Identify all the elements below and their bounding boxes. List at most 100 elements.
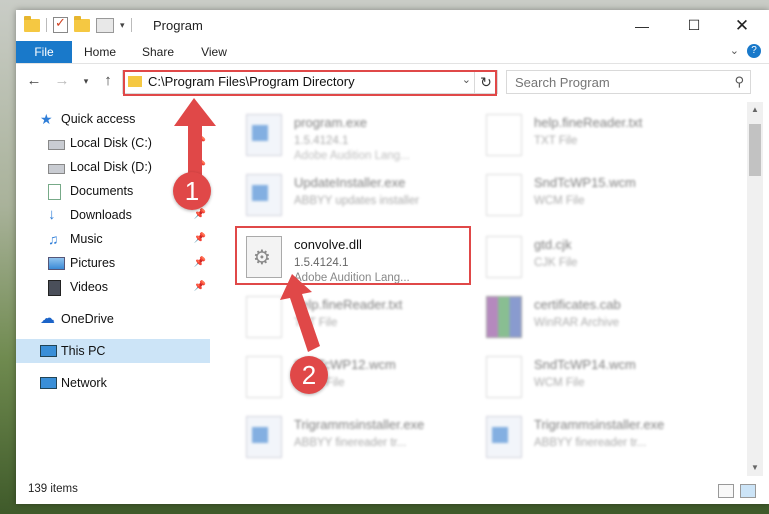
file-item[interactable]: Trigrammsinstaller.exe ABBYY finereader … — [236, 410, 466, 462]
tab-home[interactable]: Home — [78, 41, 122, 63]
back-arrow-icon[interactable]: ← — [24, 72, 44, 89]
title-bar: ▾ Program — ☐ ✕ — [16, 10, 769, 41]
exe-file-icon — [246, 416, 282, 458]
recent-locations-icon[interactable]: ▾ — [76, 76, 96, 87]
properties-icon[interactable] — [53, 15, 68, 33]
customize-toolbar-icon[interactable] — [96, 17, 114, 33]
computer-icon — [40, 345, 57, 357]
file-type: WinRAR Archive — [534, 317, 619, 329]
file-item[interactable]: SndTcWP12.wcm WCM File — [236, 350, 466, 402]
exe-file-icon — [246, 114, 282, 156]
step-1-badge: 1 — [173, 172, 211, 210]
help-icon[interactable]: ? — [747, 44, 761, 58]
arrow-up-annotation-icon — [280, 274, 320, 352]
pin-icon[interactable]: 📌 — [194, 227, 206, 251]
document-icon — [486, 236, 522, 278]
file-type: ABBYY finereader tr... — [294, 437, 407, 449]
sidebar-item-label: Quick access — [61, 112, 136, 126]
sidebar-item-this-pc[interactable]: This PC — [16, 339, 210, 363]
new-folder-icon[interactable] — [74, 15, 90, 32]
exe-file-icon — [246, 174, 282, 216]
close-button[interactable]: ✕ — [719, 10, 765, 41]
explorer-window: ▾ Program — ☐ ✕ File Home Share View ⌄ ?… — [16, 10, 769, 504]
tab-file[interactable]: File — [16, 41, 72, 63]
drive-icon — [48, 164, 65, 174]
file-type: CJK File — [534, 257, 578, 269]
details-view-icon[interactable] — [718, 484, 734, 498]
file-item[interactable]: SndTcWP14.wcm WCM File — [476, 350, 706, 402]
file-version: 1.5.4124.1 — [294, 135, 349, 147]
scroll-down-icon[interactable]: ▼ — [747, 460, 763, 476]
file-highlight — [235, 226, 471, 285]
expand-ribbon-icon[interactable]: ⌄ — [730, 44, 739, 57]
maximize-button[interactable]: ☐ — [671, 10, 717, 41]
star-icon: ★ — [40, 111, 53, 127]
file-name: SndTcWP15.wcm — [534, 175, 636, 190]
pin-icon[interactable]: 📌 — [194, 275, 206, 299]
tab-share[interactable]: Share — [136, 41, 180, 63]
sidebar-item-label: Music — [70, 232, 103, 246]
file-name: certificates.cab — [534, 297, 621, 312]
file-name: Trigrammsinstaller.exe — [534, 417, 665, 432]
sidebar-item-label: Documents — [70, 184, 134, 198]
file-item[interactable]: help.fineReader.txt TXT File — [236, 290, 466, 342]
toolbar-divider — [130, 18, 132, 32]
network-icon — [40, 377, 57, 389]
dropdown-arrow-icon[interactable]: ▾ — [120, 20, 125, 31]
document-icon — [486, 114, 522, 156]
address-bar-highlight — [123, 70, 497, 96]
drive-icon — [48, 140, 65, 150]
file-item[interactable]: certificates.cab WinRAR Archive — [476, 290, 706, 342]
quick-access-toolbar: ▾ — [24, 15, 132, 33]
file-item[interactable]: help.fineReader.txt TXT File — [476, 108, 706, 160]
file-type: Adobe Audition Lang... — [294, 150, 410, 162]
sidebar-item-label: Local Disk (C:) — [70, 136, 152, 150]
tab-view[interactable]: View — [194, 41, 234, 63]
large-icons-view-icon[interactable] — [740, 484, 756, 498]
sidebar-item-label: Videos — [70, 280, 108, 294]
minimize-button[interactable]: — — [619, 10, 665, 41]
file-type: WCM File — [534, 195, 585, 207]
file-name: help.fineReader.txt — [534, 115, 643, 130]
sidebar-item-label: Local Disk (D:) — [70, 160, 152, 174]
pin-icon[interactable]: 📌 — [194, 251, 206, 275]
file-name: Trigrammsinstaller.exe — [294, 417, 425, 432]
sidebar-item-label: Network — [61, 376, 107, 390]
sidebar-item-network[interactable]: Network — [16, 371, 210, 395]
item-count: 139 items — [28, 483, 78, 495]
search-input[interactable] — [507, 71, 727, 93]
file-item[interactable]: UpdateInstaller.exe ABBYY updates instal… — [236, 168, 466, 220]
document-icon — [246, 356, 282, 398]
file-type: ABBYY updates installer — [294, 195, 420, 207]
documents-icon — [48, 184, 61, 200]
file-item[interactable]: gtd.cjk CJK File — [476, 230, 706, 282]
document-icon — [486, 356, 522, 398]
file-type: WCM File — [534, 377, 585, 389]
file-name: UpdateInstaller.exe — [294, 175, 406, 190]
file-type: TXT File — [534, 135, 578, 147]
download-icon: ↓ — [48, 206, 56, 223]
cloud-icon: ☁ — [40, 310, 55, 327]
sidebar-item-music[interactable]: ♫ Music 📌 — [16, 227, 210, 251]
document-icon — [246, 296, 282, 338]
scroll-up-icon[interactable]: ▲ — [747, 102, 763, 118]
sidebar-item-pictures[interactable]: Pictures 📌 — [16, 251, 210, 275]
scroll-thumb[interactable] — [749, 124, 761, 176]
file-name: SndTcWP14.wcm — [534, 357, 636, 372]
sidebar-item-label: This PC — [61, 344, 106, 358]
up-arrow-icon[interactable]: ↑ — [98, 72, 118, 89]
sidebar-item-videos[interactable]: Videos 📌 — [16, 275, 210, 299]
file-item[interactable]: program.exe 1.5.4124.1 Adobe Audition La… — [236, 108, 466, 162]
sidebar-item-label: OneDrive — [61, 312, 114, 326]
file-item[interactable]: Trigrammsinstaller.exe ABBYY finereader … — [476, 410, 706, 462]
forward-arrow-icon[interactable]: → — [52, 72, 72, 89]
search-icon[interactable]: ⚲ — [734, 74, 744, 90]
search-box[interactable]: ⚲ — [506, 70, 751, 94]
sidebar-item-onedrive[interactable]: ☁ OneDrive — [16, 307, 210, 331]
vertical-scrollbar[interactable]: ▲ ▼ — [747, 102, 763, 476]
pictures-icon — [48, 257, 65, 270]
file-item[interactable]: SndTcWP15.wcm WCM File — [476, 168, 706, 220]
exe-file-icon — [486, 416, 522, 458]
document-icon — [486, 174, 522, 216]
sidebar-item-label: Downloads — [70, 208, 132, 222]
